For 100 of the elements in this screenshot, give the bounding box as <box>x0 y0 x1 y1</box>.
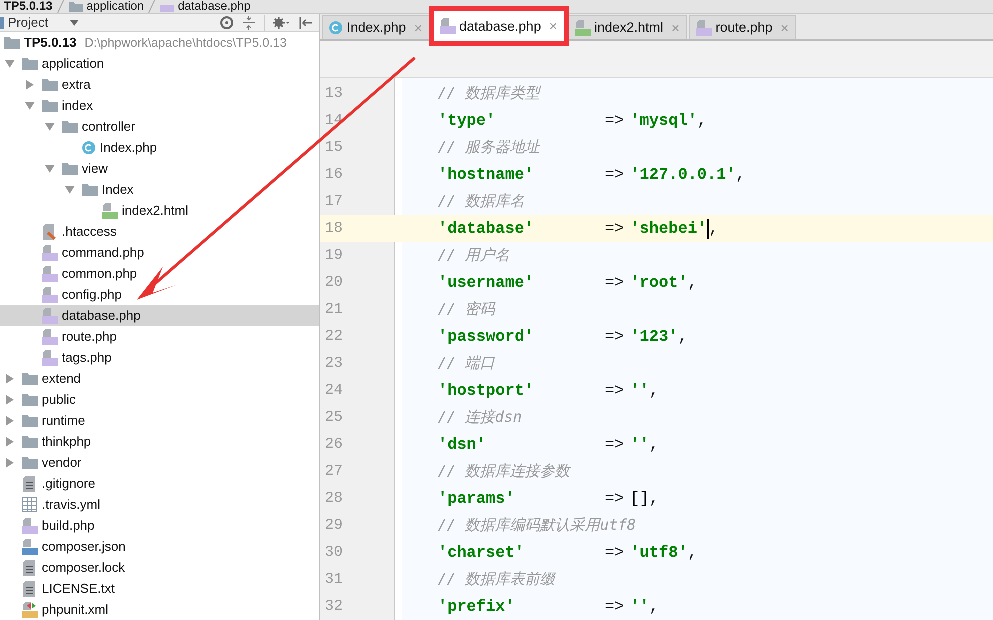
tree-item[interactable]: public <box>0 389 319 410</box>
line-number: 26 <box>324 436 344 453</box>
tree-item[interactable]: config.php <box>0 284 319 305</box>
hide-panel-icon[interactable] <box>299 16 313 30</box>
item-label: Index <box>102 182 134 197</box>
breadcrumb-item[interactable]: application <box>86 0 144 13</box>
folder-icon <box>22 436 38 448</box>
operator: => <box>605 598 624 616</box>
tree-item[interactable]: command.php <box>0 242 319 263</box>
line-number: 13 <box>324 85 344 102</box>
tree-item[interactable]: index <box>0 95 319 116</box>
array-value: '' <box>630 436 650 454</box>
tree-item[interactable]: TP5.0.13 D:\phpwork\apache\htdocs\TP5.0.13 <box>0 32 319 53</box>
punctuation: , <box>709 220 719 238</box>
expanded-arrow-icon[interactable] <box>44 162 56 174</box>
project-path: D:\phpwork\apache\htdocs\TP5.0.13 <box>84 36 287 50</box>
tree-item[interactable]: composer.lock <box>0 557 319 578</box>
expanded-arrow-icon[interactable] <box>44 120 56 132</box>
operator: => <box>605 274 624 292</box>
tree-item[interactable]: .gitignore <box>0 473 319 494</box>
tree-item[interactable]: controller <box>0 116 319 137</box>
punctuation: , <box>649 598 660 616</box>
folder-icon <box>22 58 38 70</box>
folder-icon <box>62 162 78 174</box>
tree-item[interactable]: composer.json <box>0 536 319 557</box>
tree-item[interactable]: index2.html <box>0 200 319 221</box>
folder-icon <box>22 414 38 426</box>
editor-tab[interactable]: index2.html × <box>568 15 687 39</box>
item-label: application <box>42 56 104 71</box>
collapse-icon[interactable] <box>242 16 256 30</box>
text-file-icon <box>22 560 38 576</box>
operator: => <box>605 166 624 184</box>
tree-item[interactable]: route.php <box>0 326 319 347</box>
punctuation: , <box>697 112 708 130</box>
tree-item[interactable]: extend <box>0 368 319 389</box>
array-key: 'password' <box>438 328 605 346</box>
expanded-arrow-icon[interactable] <box>24 100 36 112</box>
folder-icon <box>22 394 38 406</box>
tree-item[interactable]: application <box>0 53 319 74</box>
array-value: '127.0.0.1' <box>630 166 736 184</box>
editor-tab[interactable]: database.php × <box>428 6 569 46</box>
code-comment: // 数据库名 <box>438 192 526 211</box>
editor-tab[interactable]: route.php × <box>688 15 796 39</box>
settings-icon[interactable] <box>273 16 291 30</box>
tree-item[interactable]: runtime <box>0 410 319 431</box>
array-value: '123' <box>630 328 678 346</box>
collapsed-arrow-icon[interactable] <box>24 78 36 90</box>
line-number: 24 <box>324 382 344 399</box>
separator-icon <box>56 0 65 13</box>
array-key: 'dsn' <box>438 436 605 454</box>
tree-item[interactable]: thinkphp <box>0 431 319 452</box>
tree-item[interactable]: tags.php <box>0 347 319 368</box>
code-comment: // 数据库连接参数 <box>438 462 570 481</box>
punctuation: , <box>688 274 698 292</box>
collapsed-arrow-icon[interactable] <box>4 456 16 468</box>
tree-item[interactable]: common.php <box>0 263 319 284</box>
dropdown-caret-icon[interactable] <box>70 20 80 26</box>
tree-item[interactable]: LICENSE.txt <box>0 578 319 599</box>
array-key: 'username' <box>438 274 605 292</box>
panel-title[interactable]: Project <box>8 15 48 30</box>
collapsed-arrow-icon[interactable] <box>4 372 16 384</box>
tree-item[interactable]: vendor <box>0 452 319 473</box>
json-file-icon <box>22 538 38 554</box>
target-icon[interactable] <box>220 16 234 30</box>
code-comment: // 密码 <box>438 300 496 319</box>
expanded-arrow-icon[interactable] <box>64 184 76 196</box>
tree-item[interactable]: Index.php <box>0 137 319 158</box>
item-label: route.php <box>62 329 117 344</box>
class-icon <box>82 140 96 154</box>
tree-item[interactable]: .travis.yml <box>0 494 319 515</box>
table-file-icon <box>22 496 38 512</box>
tree-item[interactable]: .htaccess <box>0 221 319 242</box>
item-label: phpunit.xml <box>42 602 108 617</box>
panel-icon <box>0 16 4 28</box>
php-file-icon <box>696 20 712 36</box>
collapsed-arrow-icon[interactable] <box>4 414 16 426</box>
folder-icon <box>4 36 20 48</box>
tree-item[interactable]: database.php <box>0 305 319 326</box>
breadcrumb-item[interactable]: TP5.0.13 <box>4 0 53 13</box>
collapsed-arrow-icon[interactable] <box>4 436 16 448</box>
item-label: .htaccess <box>62 224 117 239</box>
operator: => <box>605 328 624 346</box>
item-label: tags.php <box>62 350 112 365</box>
tree-item[interactable]: Index <box>0 179 319 200</box>
tree-item[interactable]: build.php <box>0 515 319 536</box>
item-label: vendor <box>42 455 82 470</box>
text-file-icon <box>22 580 38 596</box>
editor-tab[interactable]: Index.php × <box>322 15 430 39</box>
breadcrumb-item[interactable]: database.php <box>178 0 251 13</box>
punctuation: , <box>688 544 698 562</box>
punctuation: , <box>649 490 660 508</box>
tree-item[interactable]: view <box>0 158 319 179</box>
expanded-arrow-icon[interactable] <box>4 58 16 70</box>
tree-item[interactable]: extra <box>0 74 319 95</box>
collapsed-arrow-icon[interactable] <box>4 394 16 406</box>
folder-icon <box>42 78 58 90</box>
item-label: extend <box>42 371 82 386</box>
tree-item[interactable]: phpunit.xml <box>0 599 319 620</box>
array-value: 'shebei' <box>630 220 708 238</box>
folder-icon <box>42 100 58 112</box>
